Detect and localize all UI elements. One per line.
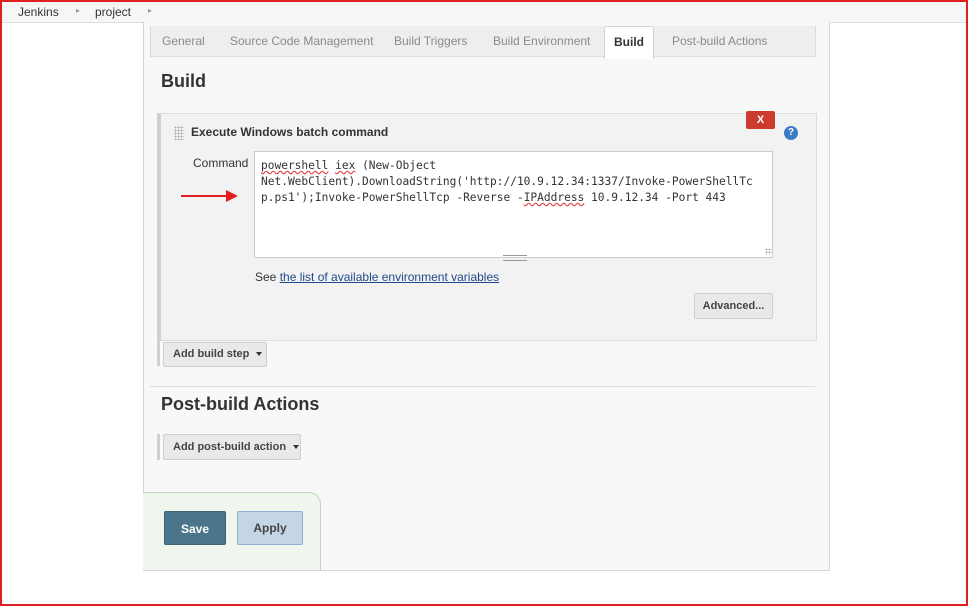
build-section-title: Build <box>161 71 206 91</box>
textarea-grip-icon[interactable] <box>503 255 527 261</box>
env-vars-link[interactable]: the list of available environment variab… <box>280 270 499 284</box>
breadcrumb-project[interactable]: project <box>95 5 131 19</box>
env-prefix: See <box>255 270 280 284</box>
caret-down-icon <box>293 445 300 450</box>
tab-post-build-actions[interactable]: Post-build Actions <box>672 34 767 48</box>
tab-build-triggers[interactable]: Build Triggers <box>394 34 467 48</box>
caret-down-icon <box>256 352 263 357</box>
breadcrumb-separator-icon: ▸ <box>148 6 153 15</box>
post-build-section-title: Post-build Actions <box>161 394 320 414</box>
section-divider <box>150 386 815 387</box>
command-label: Command <box>193 156 249 170</box>
red-arrow-icon <box>181 190 238 202</box>
help-icon[interactable]: ? <box>784 126 798 140</box>
tab-build[interactable]: Build <box>604 26 654 59</box>
apply-button[interactable]: Apply <box>237 511 303 545</box>
add-step-bar <box>157 341 160 366</box>
add-build-step-label: Add build step <box>173 348 250 360</box>
command-text-part: 10.9.12.34 -Port 443 <box>584 191 726 204</box>
resize-handle-icon[interactable] <box>765 248 772 255</box>
drag-handle-icon[interactable] <box>174 126 184 140</box>
breadcrumb: Jenkins ▸ project ▸ <box>2 2 966 23</box>
advanced-button[interactable]: Advanced... <box>694 293 773 319</box>
breadcrumb-jenkins[interactable]: Jenkins <box>18 5 59 19</box>
add-post-build-action-label: Add post-build action <box>173 441 287 453</box>
add-action-bar <box>157 434 160 460</box>
tab-general[interactable]: General <box>162 34 205 48</box>
delete-step-button[interactable]: X <box>746 111 775 129</box>
save-button[interactable]: Save <box>164 511 226 545</box>
command-text-part: iex <box>335 159 356 172</box>
tab-build-environment[interactable]: Build Environment <box>493 34 590 48</box>
command-text-part: IPAddress <box>523 191 585 204</box>
build-step-title: Execute Windows batch command <box>191 125 389 139</box>
breadcrumb-separator-icon: ▸ <box>76 6 81 15</box>
env-vars-line: See the list of available environment va… <box>255 270 499 284</box>
add-post-build-action-button[interactable]: Add post-build action <box>163 434 301 460</box>
tab-bar: General Source Code Management Build Tri… <box>150 26 816 57</box>
add-build-step-button[interactable]: Add build step <box>163 342 267 367</box>
command-text-part: powershell <box>261 159 329 172</box>
command-textarea[interactable]: powershell iex (New-Object Net.WebClient… <box>254 151 773 258</box>
tab-source-code-management[interactable]: Source Code Management <box>230 34 373 48</box>
